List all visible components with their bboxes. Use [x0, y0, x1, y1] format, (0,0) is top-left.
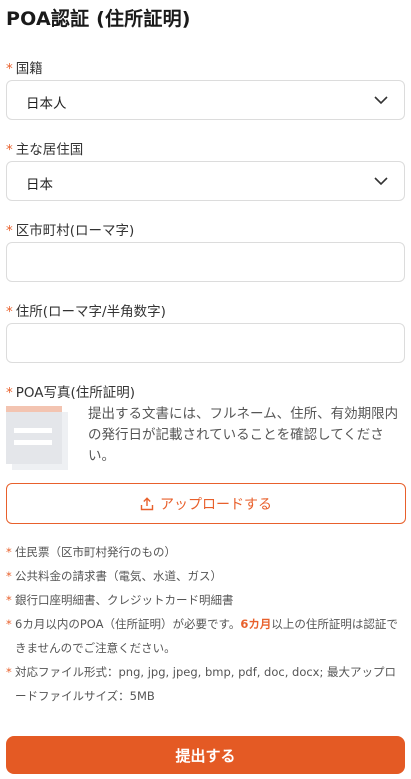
residence-value: 日本: [26, 177, 53, 193]
nationality-select[interactable]: 日本人: [6, 80, 405, 120]
list-item: * 6カ月以内のPOA（住所証明）が必要です。6カ月以上の住所証明は認証できません…: [6, 617, 398, 655]
upload-icon: [140, 496, 154, 510]
municipality-label: * 区市町村(ローマ字): [6, 223, 135, 239]
address-input[interactable]: [6, 323, 405, 363]
page-title: POA認証 (住所証明): [6, 8, 191, 30]
submit-button[interactable]: 提出する: [6, 736, 405, 774]
list-item: * 住民票（区市町村発行のもの）: [6, 545, 176, 559]
chevron-down-icon: [374, 96, 388, 105]
list-item: * 銀行口座明細書、クレジットカード明細書: [6, 593, 234, 607]
nationality-value: 日本人: [26, 96, 67, 112]
poa-photo-label: * POA写真(住所証明): [6, 385, 136, 401]
upload-button[interactable]: アップロードする: [6, 483, 406, 524]
notes-list: * 住民票（区市町村発行のもの） * 公共料金の請求書（電気、水道、ガス） * 銀行口…: [6, 540, 406, 708]
required-mark: *: [6, 61, 13, 77]
poa-description: 提出する文書には、フルネーム、住所、有効期限内の発行日が記載されていることを確認…: [88, 406, 399, 464]
list-item: * 対応ファイル形式：png, jpg, jpeg, bmp, pdf, doc,…: [6, 665, 397, 703]
address-label: * 住所(ローマ字/半角数字): [6, 304, 166, 320]
required-mark: *: [6, 142, 13, 158]
residence-select[interactable]: 日本: [6, 161, 405, 201]
document-sample-icon: [6, 406, 68, 470]
residence-label: * 主な居住国: [6, 142, 84, 158]
highlight-text: 6カ月: [240, 617, 272, 631]
nationality-label: * 国籍: [6, 61, 43, 77]
required-mark: *: [6, 223, 13, 239]
required-mark: *: [6, 385, 13, 401]
list-item: * 公共料金の請求書（電気、水道、ガス）: [6, 569, 222, 583]
upload-label: アップロードする: [160, 496, 272, 513]
chevron-down-icon: [374, 177, 388, 186]
required-mark: *: [6, 304, 13, 320]
municipality-input[interactable]: [6, 242, 405, 282]
